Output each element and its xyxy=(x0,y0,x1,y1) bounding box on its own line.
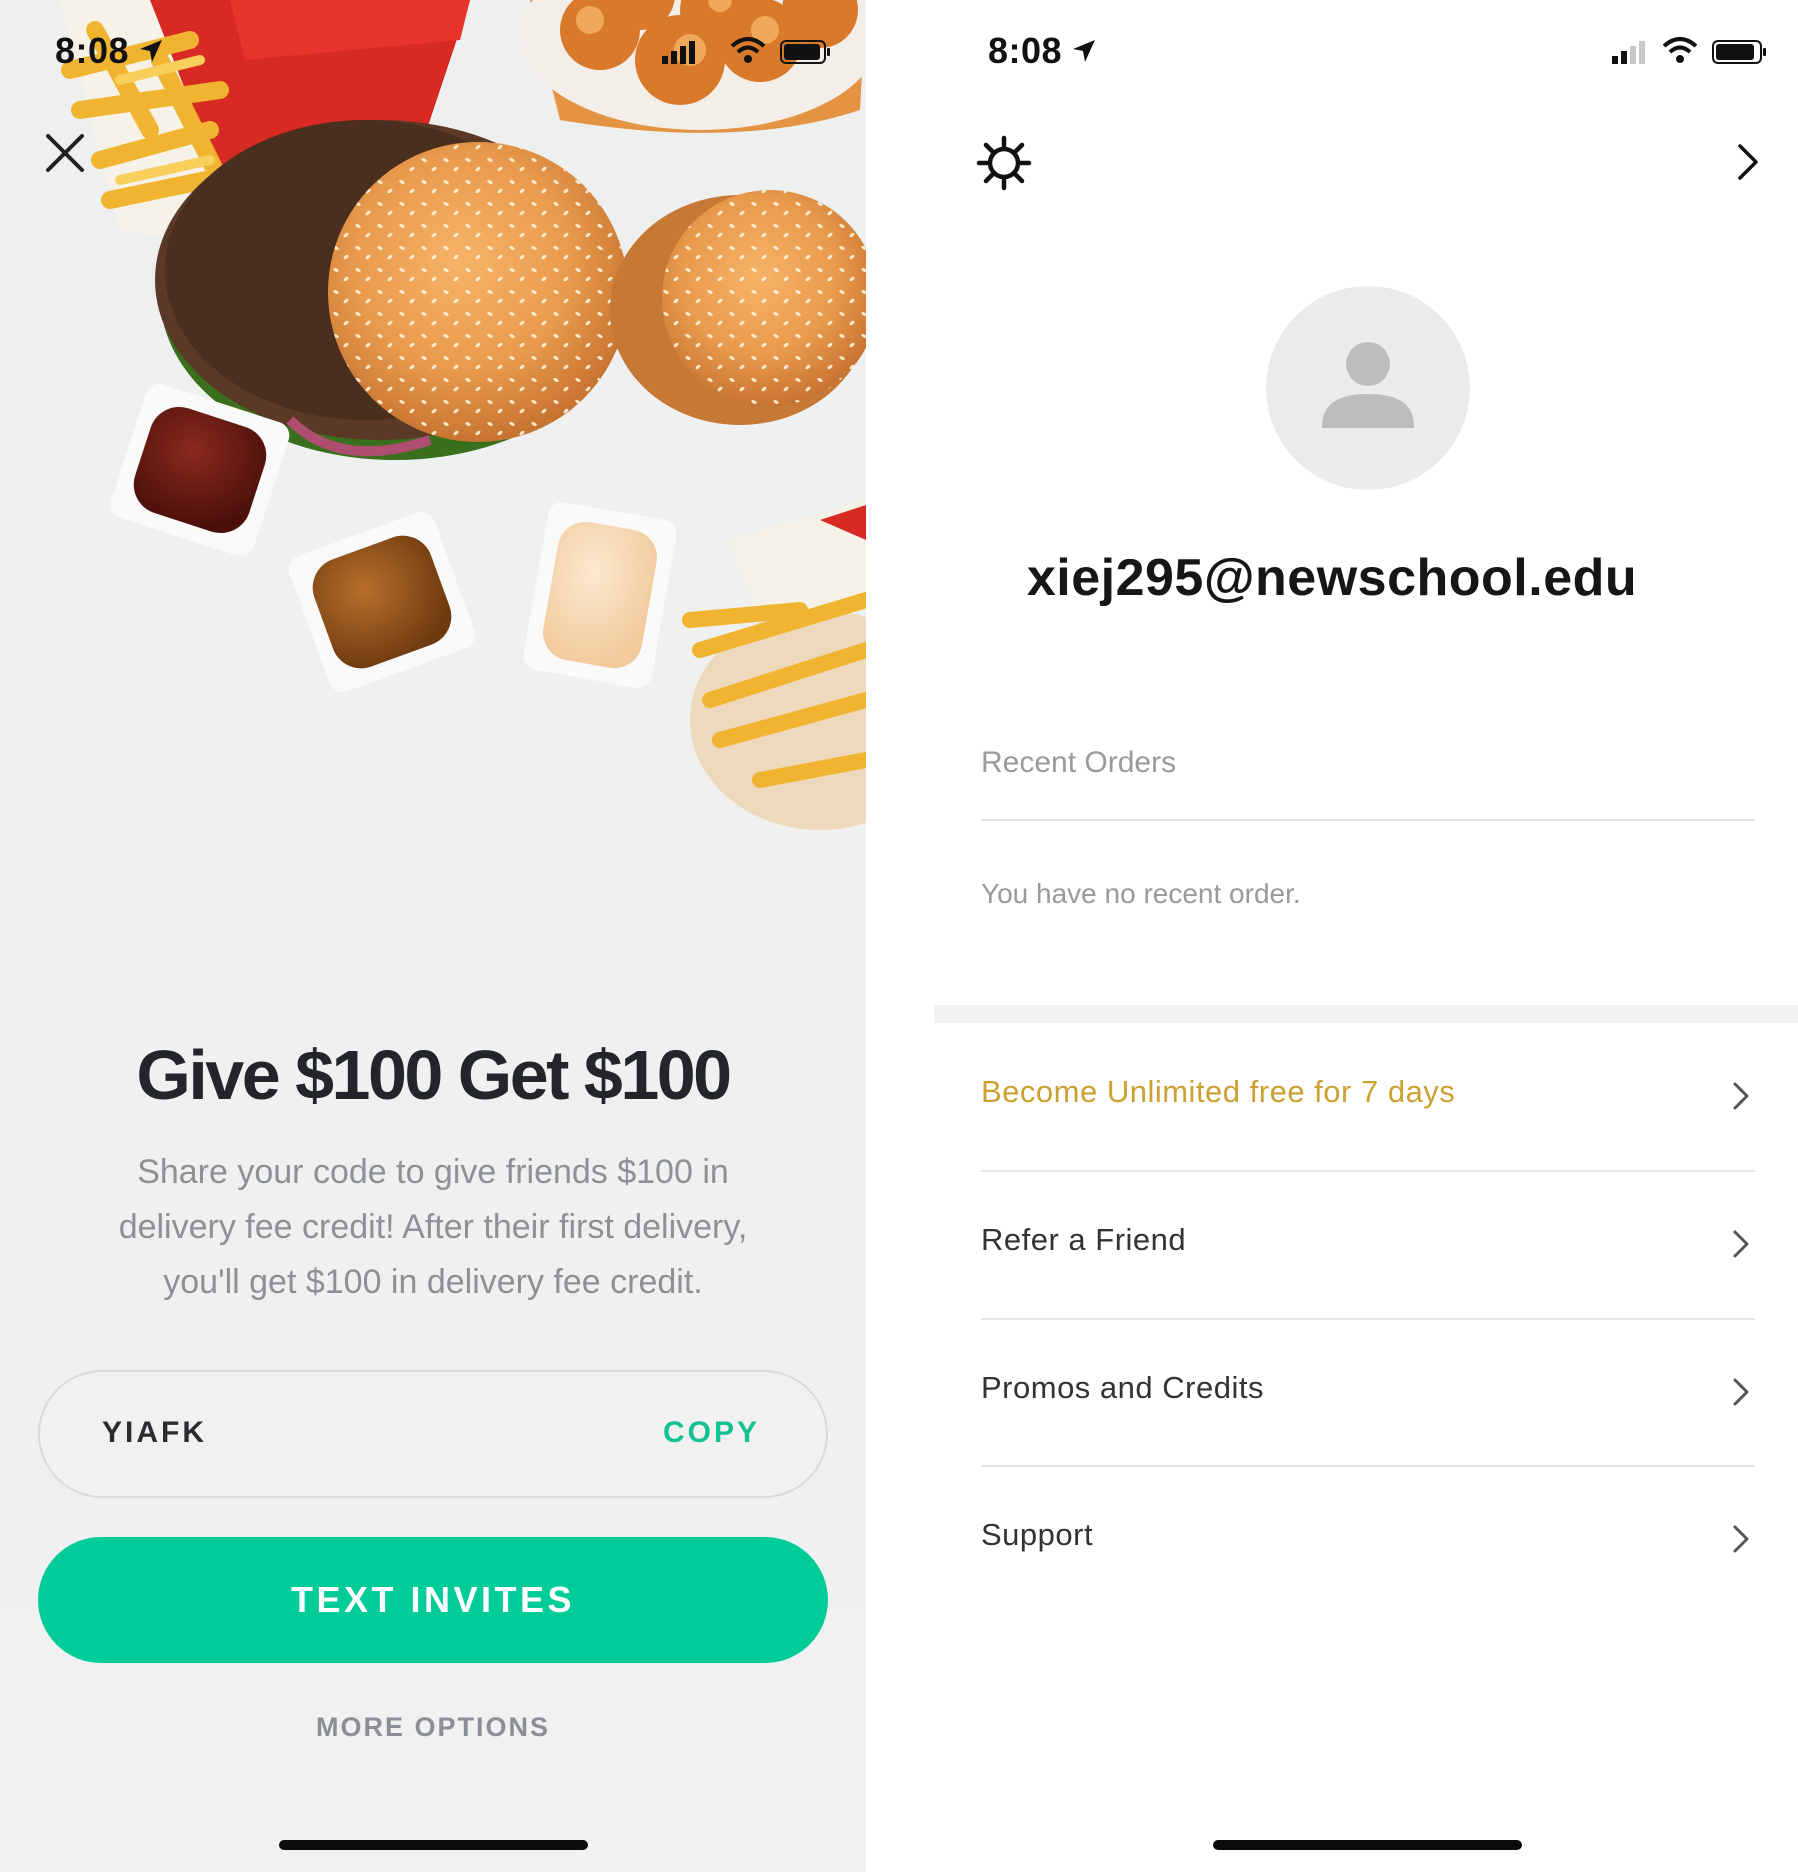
status-bar: 8:08 xyxy=(866,0,1798,110)
home-indicator xyxy=(1213,1840,1522,1850)
menu-item-label: Support xyxy=(981,1517,1094,1552)
menu-item-refer-a-friend[interactable]: Refer a Friend xyxy=(981,1214,1755,1274)
divider xyxy=(981,1465,1755,1467)
battery-icon xyxy=(780,40,830,64)
menu-item-label: Refer a Friend xyxy=(981,1222,1187,1257)
chevron-right-icon[interactable] xyxy=(1728,140,1768,184)
avatar[interactable] xyxy=(1266,286,1470,490)
more-options-link[interactable]: MORE OPTIONS xyxy=(0,1712,866,1743)
gear-icon[interactable] xyxy=(976,135,1032,191)
menu-item-become-unlimited[interactable]: Become Unlimited free for 7 days xyxy=(981,1066,1755,1126)
copy-button[interactable]: COPY xyxy=(663,1416,760,1450)
status-time: 8:08 xyxy=(988,30,1063,71)
recent-orders-title: Recent Orders xyxy=(981,746,1177,779)
menu-item-promos-and-credits[interactable]: Promos and Credits xyxy=(981,1362,1755,1422)
user-email: xiej295@newschool.edu xyxy=(1026,549,1638,607)
location-arrow-icon xyxy=(1073,40,1095,62)
promo-description-line: you'll get $100 in delivery fee credit. xyxy=(163,1263,703,1301)
promo-title: Give $100 Get $100 xyxy=(136,1036,732,1114)
divider xyxy=(981,1318,1755,1320)
divider xyxy=(981,1170,1755,1172)
chevron-right-icon xyxy=(1733,1525,1749,1553)
promo-description-line: Share your code to give friends $100 in xyxy=(137,1153,729,1191)
referral-code-field: YIAFK COPY xyxy=(38,1370,828,1498)
close-icon[interactable] xyxy=(40,128,92,180)
battery-icon xyxy=(1712,40,1766,64)
home-indicator xyxy=(279,1840,588,1850)
wifi-icon xyxy=(730,37,766,63)
food-hero-image xyxy=(60,0,866,830)
chevron-right-icon xyxy=(1733,1378,1749,1406)
chevron-right-icon xyxy=(1733,1082,1749,1110)
person-icon xyxy=(1322,342,1414,428)
recent-orders-empty-message: You have no recent order. xyxy=(981,878,1301,909)
status-time: 8:08 xyxy=(55,30,130,71)
promo-description: Share your code to give friends $100 in … xyxy=(60,1145,806,1310)
location-arrow-icon xyxy=(140,40,162,62)
menu-item-label: Become Unlimited free for 7 days xyxy=(981,1074,1456,1109)
menu-item-support[interactable]: Support xyxy=(981,1509,1755,1569)
invite-screen: 8:08 Give $100 Get $100 Share your code … xyxy=(0,0,866,1872)
promo-description-line: delivery fee credit! After their first d… xyxy=(118,1208,748,1246)
status-bar: 8:08 xyxy=(0,0,866,110)
wifi-icon xyxy=(1662,37,1698,63)
signal-icon xyxy=(1612,41,1645,64)
divider xyxy=(981,819,1755,821)
menu-item-label: Promos and Credits xyxy=(981,1370,1264,1405)
chevron-right-icon xyxy=(1733,1230,1749,1258)
section-separator xyxy=(934,1005,1798,1023)
account-screen: 8:08 xiej295@newschool.edu Recent Orders… xyxy=(866,0,1798,1872)
referral-code: YIAFK xyxy=(102,1416,207,1449)
signal-icon xyxy=(662,41,695,64)
text-invites-button[interactable]: TEXT INVITES xyxy=(38,1537,828,1663)
